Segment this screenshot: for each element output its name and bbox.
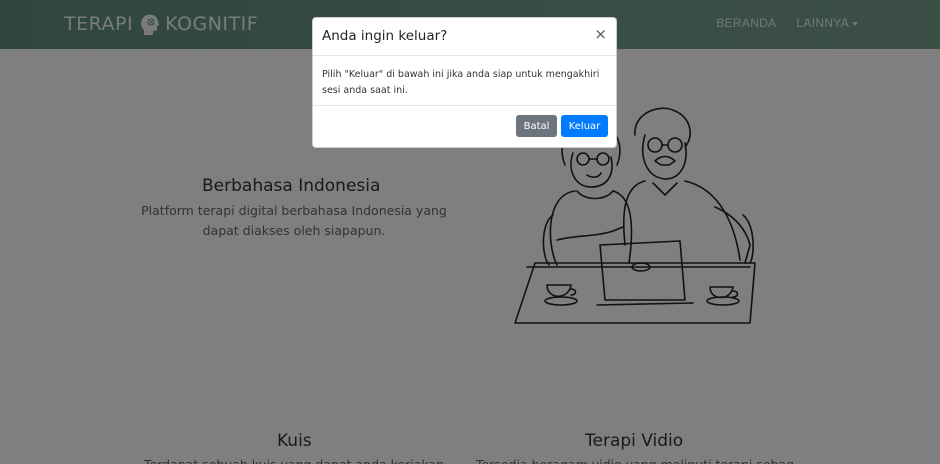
modal-title: Anda ingin keluar?	[322, 28, 448, 44]
logout-modal: Anda ingin keluar? × Pilih "Keluar" di b…	[312, 17, 617, 148]
cancel-button[interactable]: Batal	[516, 115, 557, 137]
modal-body: Pilih "Keluar" di bawah ini jika anda si…	[313, 56, 616, 106]
modal-header: Anda ingin keluar? ×	[313, 18, 616, 56]
close-icon[interactable]: ×	[594, 26, 607, 42]
modal-footer: Batal Keluar	[313, 106, 616, 147]
logout-button[interactable]: Keluar	[561, 115, 608, 137]
